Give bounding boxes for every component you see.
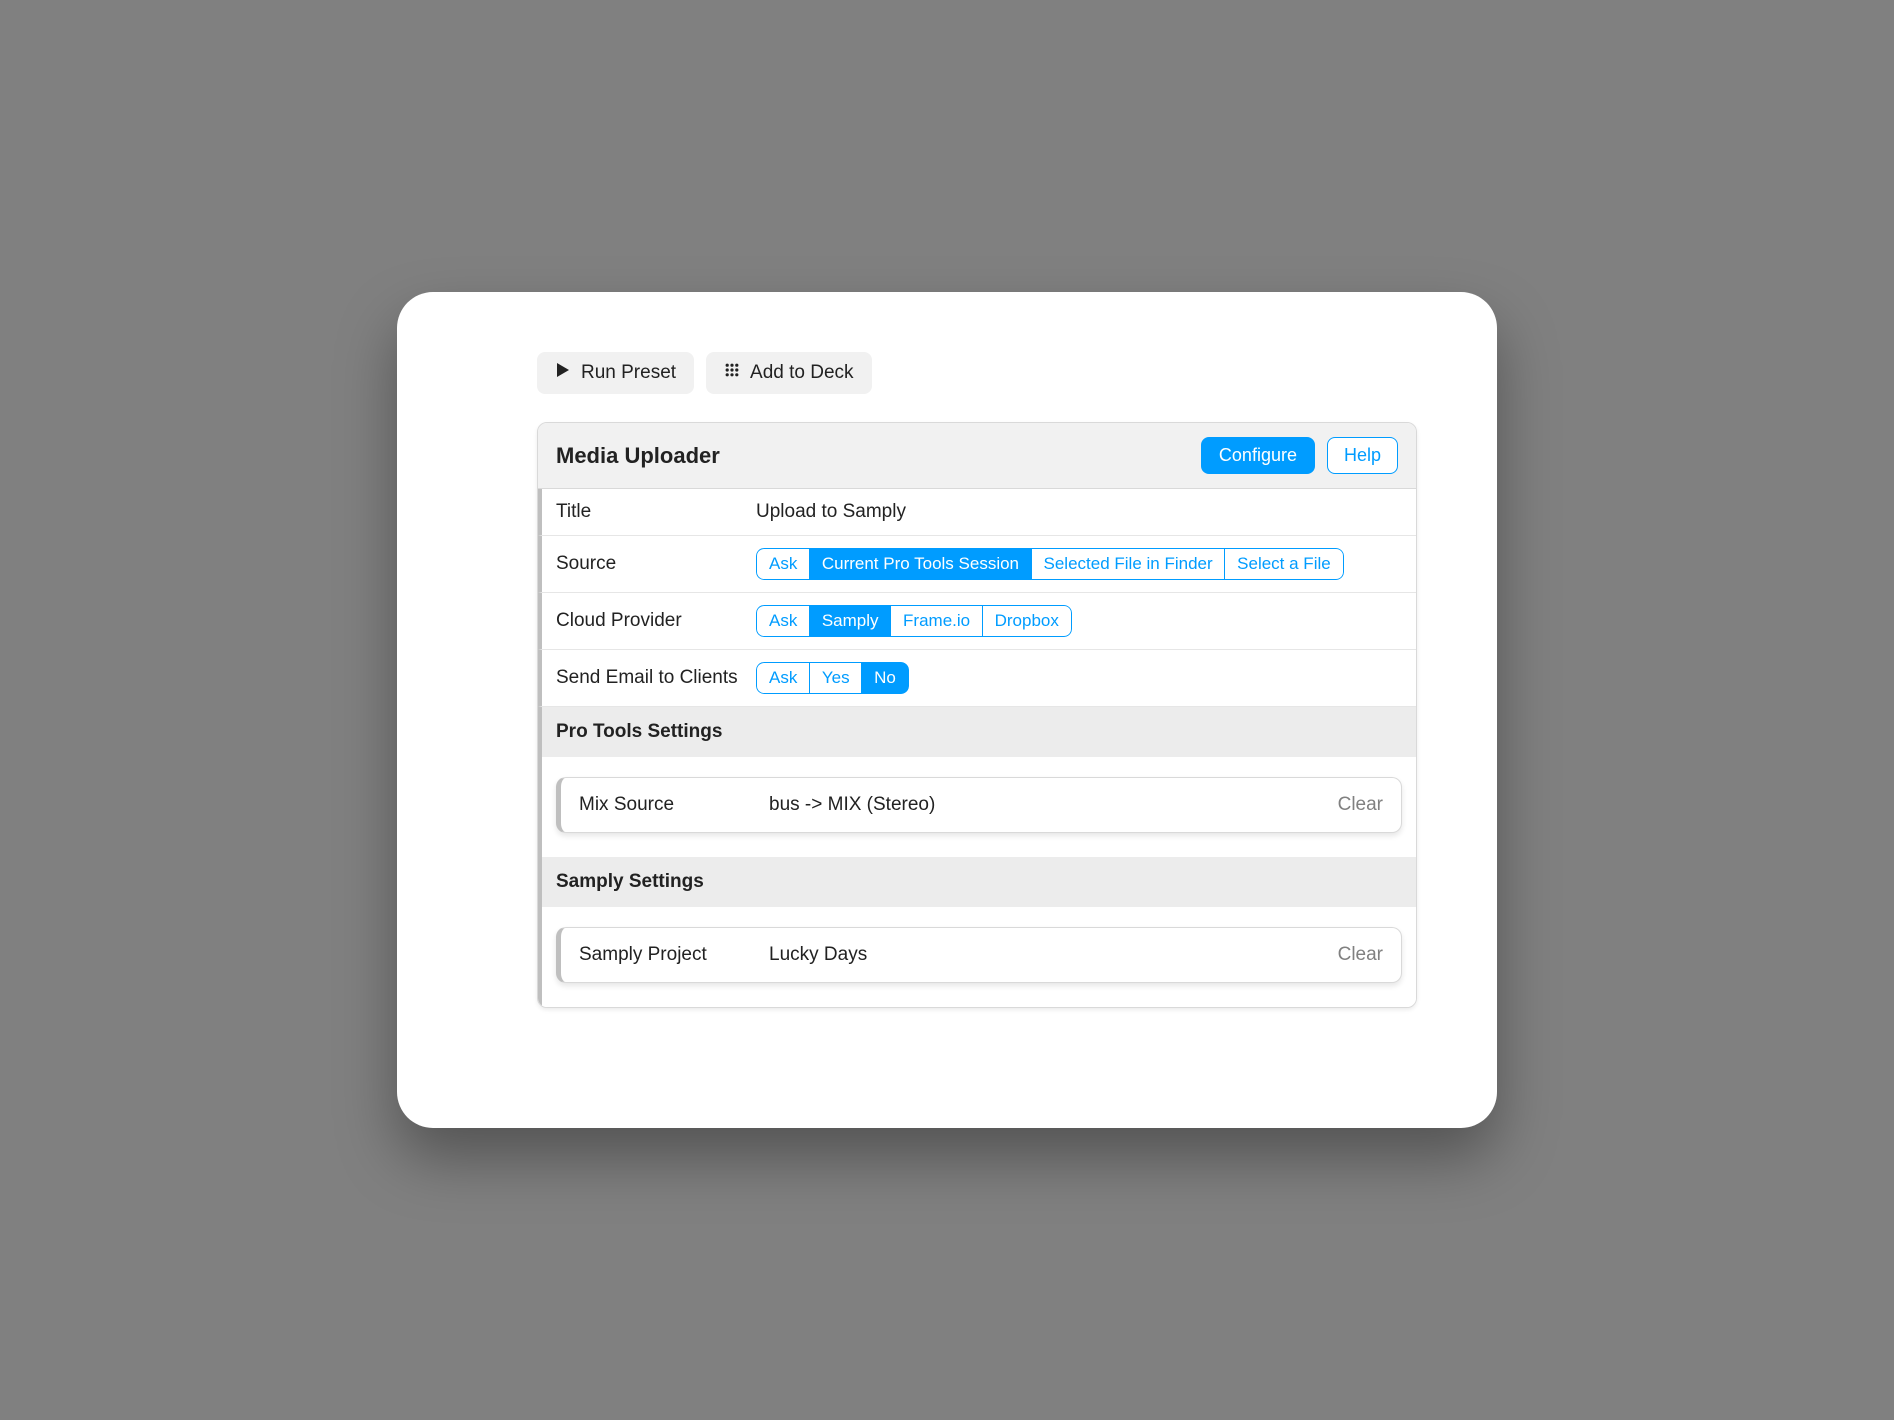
- configure-button[interactable]: Configure: [1201, 437, 1315, 474]
- media-uploader-panel: Media Uploader Configure Help Title Uplo…: [537, 422, 1417, 1008]
- row-title: Title Upload to Samply: [538, 489, 1416, 536]
- source-option-finder-file[interactable]: Selected File in Finder: [1031, 548, 1226, 580]
- add-to-deck-button[interactable]: Add to Deck: [706, 352, 872, 394]
- section-samply: Samply Settings: [538, 857, 1416, 907]
- email-option-yes[interactable]: Yes: [809, 662, 863, 694]
- samply-project-value: Lucky Days: [769, 944, 1338, 966]
- toolbar: Run Preset Add to Deck: [537, 352, 1417, 394]
- row-source: Source Ask Current Pro Tools Session Sel…: [538, 536, 1416, 593]
- section-pro-tools: Pro Tools Settings: [538, 707, 1416, 757]
- cloud-option-ask[interactable]: Ask: [756, 605, 810, 637]
- row-title-value: Upload to Samply: [756, 501, 906, 523]
- segmented-cloud-provider: Ask Samply Frame.io Dropbox: [756, 605, 1072, 637]
- grid-icon: [724, 362, 740, 384]
- row-cloud-provider-label: Cloud Provider: [556, 610, 756, 632]
- run-preset-label: Run Preset: [581, 362, 676, 384]
- run-preset-button[interactable]: Run Preset: [537, 352, 694, 394]
- panel-header: Media Uploader Configure Help: [538, 423, 1416, 489]
- pro-tools-area: Mix Source bus -> MIX (Stereo) Clear: [538, 757, 1416, 857]
- source-option-select-file[interactable]: Select a File: [1224, 548, 1344, 580]
- samply-project-clear-button[interactable]: Clear: [1338, 944, 1383, 966]
- row-title-label: Title: [556, 501, 756, 523]
- add-to-deck-label: Add to Deck: [750, 362, 854, 384]
- panel-title: Media Uploader: [556, 443, 720, 469]
- app-window: Run Preset Add to Deck Media Uploader Co…: [397, 292, 1497, 1128]
- samply-project-card[interactable]: Samply Project Lucky Days Clear: [556, 927, 1402, 983]
- source-option-ask[interactable]: Ask: [756, 548, 810, 580]
- email-option-no[interactable]: No: [861, 662, 909, 694]
- email-option-ask[interactable]: Ask: [756, 662, 810, 694]
- mix-source-clear-button[interactable]: Clear: [1338, 794, 1383, 816]
- mix-source-value: bus -> MIX (Stereo): [769, 794, 1338, 816]
- segmented-send-email: Ask Yes No: [756, 662, 909, 694]
- row-send-email-label: Send Email to Clients: [556, 667, 756, 689]
- cloud-option-dropbox[interactable]: Dropbox: [982, 605, 1072, 637]
- segmented-source: Ask Current Pro Tools Session Selected F…: [756, 548, 1344, 580]
- row-send-email: Send Email to Clients Ask Yes No: [538, 650, 1416, 707]
- help-button[interactable]: Help: [1327, 437, 1398, 474]
- samply-area: Samply Project Lucky Days Clear: [538, 907, 1416, 1007]
- row-cloud-provider: Cloud Provider Ask Samply Frame.io Dropb…: [538, 593, 1416, 650]
- source-option-current-session[interactable]: Current Pro Tools Session: [809, 548, 1032, 580]
- panel-header-actions: Configure Help: [1201, 437, 1398, 474]
- samply-project-label: Samply Project: [579, 944, 769, 966]
- row-source-label: Source: [556, 553, 756, 575]
- cloud-option-samply[interactable]: Samply: [809, 605, 892, 637]
- mix-source-label: Mix Source: [579, 794, 769, 816]
- cloud-option-frameio[interactable]: Frame.io: [890, 605, 983, 637]
- play-icon: [555, 362, 571, 384]
- mix-source-card[interactable]: Mix Source bus -> MIX (Stereo) Clear: [556, 777, 1402, 833]
